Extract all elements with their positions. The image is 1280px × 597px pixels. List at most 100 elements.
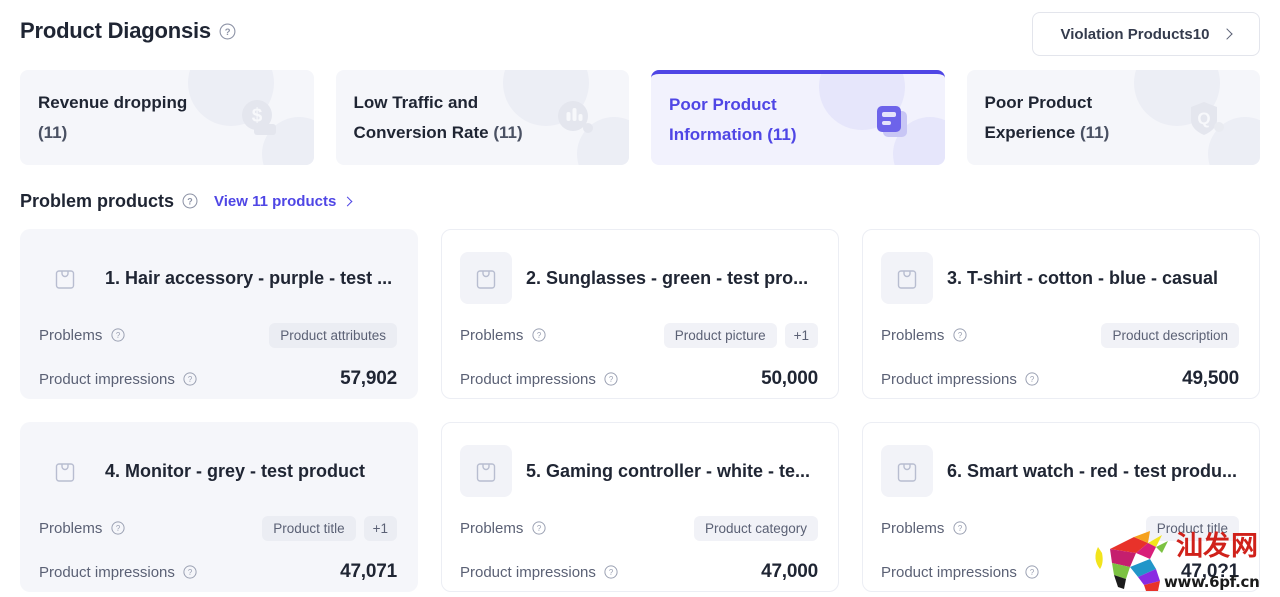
problem-badge[interactable]: Product title	[262, 516, 355, 541]
product-card[interactable]: 6. Smart watch - red - test produ... Pro…	[862, 422, 1260, 592]
product-title: 3. T-shirt - cotton - blue - casual	[947, 268, 1218, 289]
problem-badge[interactable]: Product category	[694, 516, 818, 541]
tab-label-revenue: Revenue dropping (11)	[20, 88, 237, 148]
question-circle-icon[interactable]: ?	[1024, 564, 1041, 581]
product-card[interactable]: 1. Hair accessory - purple - test ... Pr…	[20, 229, 418, 399]
problems-label: Problems ?	[881, 327, 968, 344]
svg-text:?: ?	[958, 331, 963, 340]
question-circle-icon[interactable]: ?	[1024, 371, 1041, 388]
problems-label: Problems ?	[460, 327, 547, 344]
question-circle-icon[interactable]: ?	[181, 193, 198, 210]
problems-label: Problems ?	[39, 327, 126, 344]
impressions-text: Product impressions	[881, 564, 1017, 581]
question-circle-icon[interactable]: ?	[530, 327, 547, 344]
problems-row: Problems ? Product title +1	[39, 515, 397, 541]
problems-text: Problems	[39, 327, 102, 344]
impressions-text: Product impressions	[39, 564, 175, 581]
product-card-head: 1. Hair accessory - purple - test ...	[39, 252, 397, 304]
tab-text: Low Traffic and Conversion Rate	[354, 93, 489, 142]
tab-text: Revenue dropping	[38, 93, 187, 112]
question-circle-icon[interactable]: ?	[109, 327, 126, 344]
tab-text: Poor Product Information	[669, 95, 777, 144]
problems-text: Problems	[460, 327, 523, 344]
svg-text:?: ?	[537, 331, 542, 340]
question-circle-icon[interactable]: ?	[603, 564, 620, 581]
tab-revenue-dropping[interactable]: $ Revenue dropping (11)	[20, 70, 314, 165]
question-circle-icon[interactable]: ?	[109, 520, 126, 537]
problems-row: Problems ? Product picture +1	[460, 322, 818, 348]
svg-text:?: ?	[116, 524, 121, 533]
impressions-value: 47,000	[761, 561, 818, 583]
product-card-head: 4. Monitor - grey - test product	[39, 445, 397, 497]
impressions-label: Product impressions ?	[39, 371, 199, 388]
bar-chart-circle-icon	[551, 94, 599, 142]
shopping-bag-icon	[881, 252, 933, 304]
svg-text:?: ?	[958, 524, 963, 533]
product-card-head: 3. T-shirt - cotton - blue - casual	[881, 252, 1239, 304]
problem-badge[interactable]: Product description	[1101, 323, 1239, 348]
product-card[interactable]: 2. Sunglasses - green - test pro... Prob…	[441, 229, 839, 399]
svg-text:?: ?	[225, 27, 231, 38]
svg-text:$: $	[251, 105, 262, 126]
question-circle-icon[interactable]: ?	[951, 327, 968, 344]
problem-badge[interactable]: Product title	[1146, 516, 1239, 541]
question-circle-icon[interactable]: ?	[219, 23, 236, 40]
problem-badge[interactable]: Product attributes	[269, 323, 397, 348]
view-products-label: View 11 products	[214, 193, 336, 210]
problems-text: Problems	[881, 520, 944, 537]
problems-row: Problems ? Product description	[881, 322, 1239, 348]
view-products-link[interactable]: View 11 products	[214, 193, 351, 210]
tab-poor-product-experience[interactable]: Q Poor Product Experience (11)	[967, 70, 1261, 165]
shopping-bag-icon	[460, 252, 512, 304]
impressions-row: Product impressions ? 57,902	[39, 366, 397, 392]
question-circle-icon[interactable]: ?	[951, 520, 968, 537]
question-circle-icon[interactable]: ?	[182, 371, 199, 388]
impressions-label: Product impressions ?	[460, 371, 620, 388]
svg-text:?: ?	[116, 331, 121, 340]
shopping-bag-icon	[39, 445, 91, 497]
product-diagnosis-page: Product Diagonsis ? Violation Products10	[0, 0, 1280, 597]
dollar-coin-icon: $	[236, 94, 284, 142]
tab-low-traffic-conversion[interactable]: Low Traffic and Conversion Rate (11)	[336, 70, 630, 165]
page-title: Product Diagonsis ?	[20, 18, 236, 44]
shield-q-icon: Q	[1182, 94, 1230, 142]
svg-text:Q: Q	[1197, 109, 1210, 128]
impressions-row: Product impressions ? 47,000	[460, 559, 818, 585]
chevron-right-icon	[343, 196, 353, 206]
tab-count: (11)	[1080, 123, 1109, 142]
problems-text: Problems	[39, 520, 102, 537]
impressions-value: 50,000	[761, 368, 818, 390]
product-title: 5. Gaming controller - white - te...	[526, 461, 810, 482]
problem-badge[interactable]: Product picture	[664, 323, 777, 348]
product-card[interactable]: 4. Monitor - grey - test product Problem…	[20, 422, 418, 592]
diagnosis-tabs: $ Revenue dropping (11)	[20, 70, 1260, 165]
impressions-row: Product impressions ? 50,000	[460, 366, 818, 392]
problems-row: Problems ? Product title	[881, 515, 1239, 541]
product-card[interactable]: 3. T-shirt - cotton - blue - casual Prob…	[862, 229, 1260, 399]
question-circle-icon[interactable]: ?	[182, 564, 199, 581]
problem-badge-more[interactable]: +1	[364, 516, 397, 541]
problem-badges: Product description	[1101, 323, 1239, 348]
product-card-head: 6. Smart watch - red - test produ...	[881, 445, 1239, 497]
violation-products-button[interactable]: Violation Products10	[1032, 12, 1260, 56]
svg-text:?: ?	[187, 196, 192, 206]
problems-text: Problems	[881, 327, 944, 344]
product-card[interactable]: 5. Gaming controller - white - te... Pro…	[441, 422, 839, 592]
problem-badges: Product attributes	[269, 323, 397, 348]
tab-label-experience: Poor Product Experience (11)	[967, 88, 1184, 148]
tab-label-traffic: Low Traffic and Conversion Rate (11)	[336, 88, 553, 148]
question-circle-icon[interactable]: ?	[530, 520, 547, 537]
section-title-text: Problem products	[20, 191, 174, 212]
document-stack-icon	[867, 96, 915, 144]
tab-poor-product-information[interactable]: Poor Product Information (11)	[651, 70, 945, 165]
question-circle-icon[interactable]: ?	[603, 371, 620, 388]
shopping-bag-icon	[460, 445, 512, 497]
impressions-value: 47,0?1	[1181, 561, 1239, 583]
problem-products-grid: 1. Hair accessory - purple - test ... Pr…	[20, 229, 1260, 592]
shopping-bag-icon	[39, 252, 91, 304]
impressions-value: 49,500	[1182, 368, 1239, 390]
problem-badge-more[interactable]: +1	[785, 323, 818, 348]
problems-label: Problems ?	[460, 520, 547, 537]
tab-count: (11)	[38, 123, 67, 142]
impressions-label: Product impressions ?	[881, 564, 1041, 581]
